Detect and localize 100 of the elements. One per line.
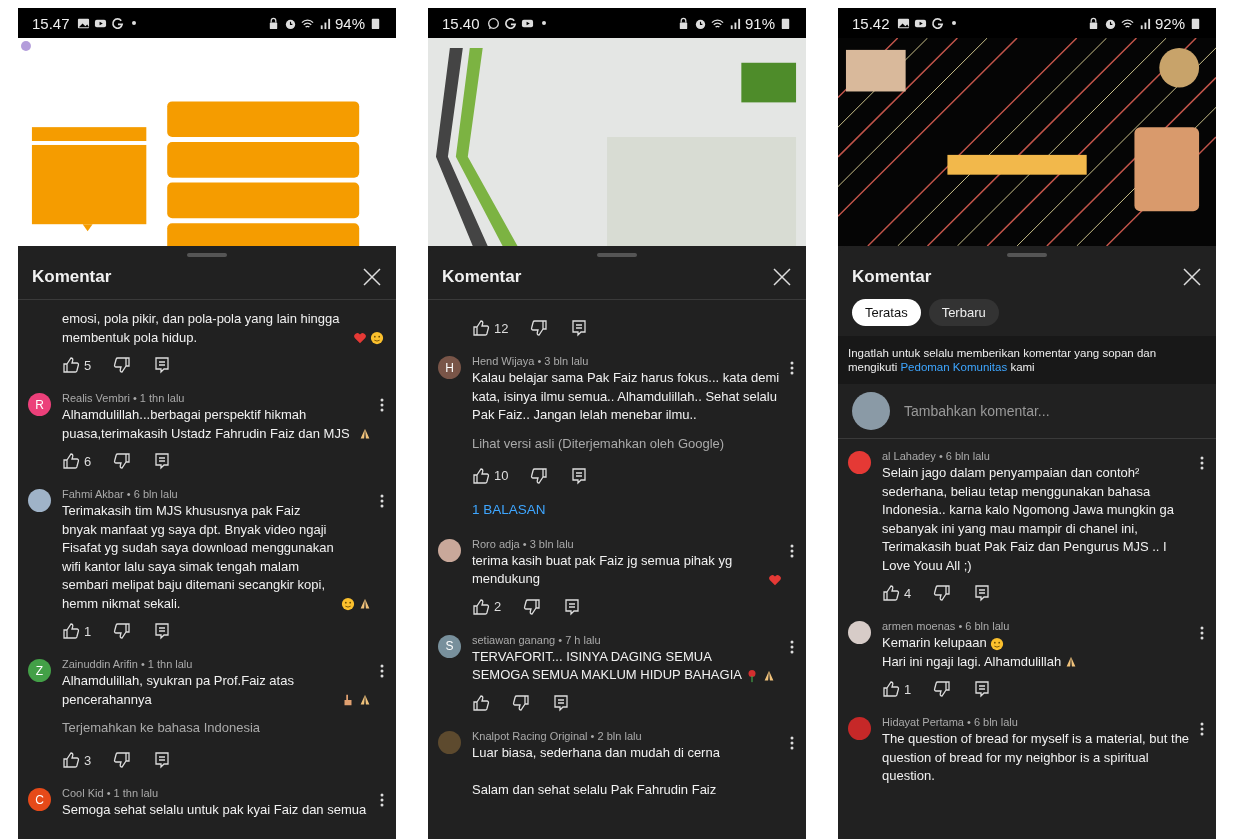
- like-button[interactable]: 4: [882, 584, 912, 602]
- like-button[interactable]: 10: [472, 466, 509, 485]
- like-button[interactable]: 1: [882, 680, 912, 698]
- close-icon: [772, 267, 792, 287]
- battery-icon: [1189, 16, 1202, 30]
- comment-text: Semoga sehat selalu untuk pak kyai Faiz dan semua: [62, 801, 367, 819]
- more-icon: [1200, 625, 1204, 641]
- dislike-button[interactable]: [113, 356, 132, 374]
- image-icon: [76, 16, 90, 30]
- replies-link[interactable]: 1 BALASAN: [472, 501, 782, 517]
- thumbs-down-icon: [113, 622, 132, 640]
- reply-icon: [153, 452, 172, 470]
- comment-input[interactable]: Tambahkan komentar...: [904, 399, 1202, 423]
- like-button[interactable]: 3: [62, 751, 92, 769]
- reply-button[interactable]: [570, 319, 589, 337]
- drag-handle[interactable]: [187, 253, 227, 257]
- like-button[interactable]: 2: [472, 597, 502, 616]
- praying-hands-icon: [358, 693, 372, 707]
- like-button[interactable]: 1: [62, 622, 92, 640]
- more-icon: [380, 397, 384, 413]
- comment-text: emosi, pola pikir, dan pola-pola yang lain hingga membentuk pola hidup.: [62, 310, 341, 347]
- dislike-button[interactable]: [512, 693, 530, 712]
- dot-icon: [951, 21, 956, 25]
- avatar: S: [438, 634, 461, 658]
- reply-button[interactable]: [153, 751, 172, 769]
- comment-text: Alhamdulillah...berbagai perspektif hikmah puasa,terimakasih Ustadz Fahrudin Faiz dan MJS: [62, 406, 351, 443]
- ring-icon: [110, 16, 124, 30]
- reply-button[interactable]: [153, 356, 172, 374]
- chat-bubble-icon: [486, 16, 500, 30]
- thumbs-up-icon: [62, 356, 80, 374]
- comment-author-time: Hidayat Pertama • 6 bln lalu: [882, 715, 1019, 730]
- battery-icon: [779, 16, 792, 30]
- dislike-button[interactable]: [523, 597, 542, 616]
- comment-author-time: al Lahadey • 6 bln lalu: [882, 449, 991, 464]
- avatar: Z: [28, 659, 51, 682]
- reply-button[interactable]: [973, 584, 992, 602]
- comment-text: terima kasih buat pak Faiz jg semua pihak yg mendukung: [472, 551, 734, 588]
- battery-percent: 94%: [334, 14, 365, 32]
- battery-percent: 92%: [1154, 14, 1185, 32]
- filter-chip[interactable]: Terbaru: [928, 299, 999, 326]
- avatar: C: [28, 788, 51, 811]
- thumbs-up-icon: [882, 584, 900, 602]
- more-icon: [790, 734, 794, 751]
- dislike-button[interactable]: [113, 751, 132, 769]
- reply-icon: [570, 319, 589, 337]
- translate-link[interactable]: Lihat versi asli (Diterjemahkan oleh Google): [472, 434, 782, 453]
- dot-icon: [541, 21, 546, 25]
- thumbs-up-icon: [62, 622, 80, 640]
- translate-link[interactable]: Terjemahkan ke bahasa Indonesia: [62, 719, 372, 737]
- avatar-photo: [852, 392, 890, 430]
- comment-author-time: Roro adja • 3 bln lalu: [472, 536, 575, 552]
- dislike-button[interactable]: [530, 319, 549, 337]
- more-icon: [380, 792, 384, 808]
- dislike-button[interactable]: [933, 680, 952, 698]
- video-frame[interactable]: [838, 38, 1216, 246]
- wifi-icon: [300, 16, 314, 30]
- dislike-button[interactable]: [933, 584, 952, 602]
- thumbs-up-icon: [472, 693, 490, 712]
- dislike-button[interactable]: [113, 622, 132, 640]
- thumbs-down-icon: [512, 693, 530, 712]
- more-icon: [380, 663, 384, 679]
- status-time: 15.40: [442, 14, 480, 32]
- like-button[interactable]: [472, 693, 490, 712]
- comment-author-time: Cool Kid • 1 thn lalu: [62, 786, 160, 801]
- reply-button[interactable]: [563, 597, 582, 616]
- dislike-button[interactable]: [530, 466, 549, 485]
- face-icon: [341, 597, 355, 611]
- drag-handle[interactable]: [597, 253, 637, 257]
- reply-button[interactable]: [570, 466, 589, 485]
- like-button[interactable]: 6: [62, 452, 92, 470]
- close-button[interactable]: [362, 267, 382, 287]
- comment-text: Hari ini ngaji lagi. Alhamdulillah: [882, 652, 1062, 671]
- community-guidelines-link[interactable]: Pedoman Komunitas: [900, 361, 1008, 373]
- close-button[interactable]: [1182, 267, 1202, 287]
- reply-button[interactable]: [552, 693, 570, 712]
- dislike-button[interactable]: [113, 452, 132, 470]
- thumbs-up-icon: [62, 452, 80, 470]
- reply-button[interactable]: [153, 452, 172, 470]
- thumbs-up-icon: [472, 466, 490, 485]
- comment-text: Terimakasih tim MJS khususnya pak Faiz bnyak manfaat yg saya dpt. Bnyak video ngaji Fisafat yg sudah saya download menggunakan wifi kantor lalu saya simak tengah malam sembari melipat baju ditemani secangkir kopi, hemm nikmat sekali.: [62, 502, 335, 613]
- like-button[interactable]: 12: [472, 319, 509, 337]
- filter-chip[interactable]: Teratas: [852, 299, 921, 326]
- comment-text: Kalau belajar sama Pak Faiz harus fokus... kata demi kata, isinya ilmu semua.. Alhamdulillah.. Sehat selalu Pak Faiz.. Jangan lelah menebar ilmu..: [472, 369, 781, 424]
- close-button[interactable]: [772, 267, 792, 287]
- reply-icon: [570, 466, 589, 485]
- praying-hands-icon: [358, 597, 372, 611]
- thumbs-down-icon: [933, 680, 952, 698]
- battery-icon: [369, 16, 382, 30]
- dot-icon: [131, 21, 136, 25]
- reply-icon: [563, 597, 582, 616]
- thumbs-down-icon: [523, 597, 542, 616]
- comment-author-time: Hend Wijaya • 3 bln lalu: [472, 354, 590, 369]
- avatar: R: [28, 393, 51, 416]
- video-frame[interactable]: [428, 38, 806, 246]
- reply-button[interactable]: [153, 622, 172, 640]
- thumbs-down-icon: [113, 356, 132, 374]
- drag-handle[interactable]: [1007, 253, 1047, 257]
- reply-button[interactable]: [973, 680, 992, 698]
- reply-icon: [973, 584, 992, 602]
- like-button[interactable]: 5: [62, 356, 92, 374]
